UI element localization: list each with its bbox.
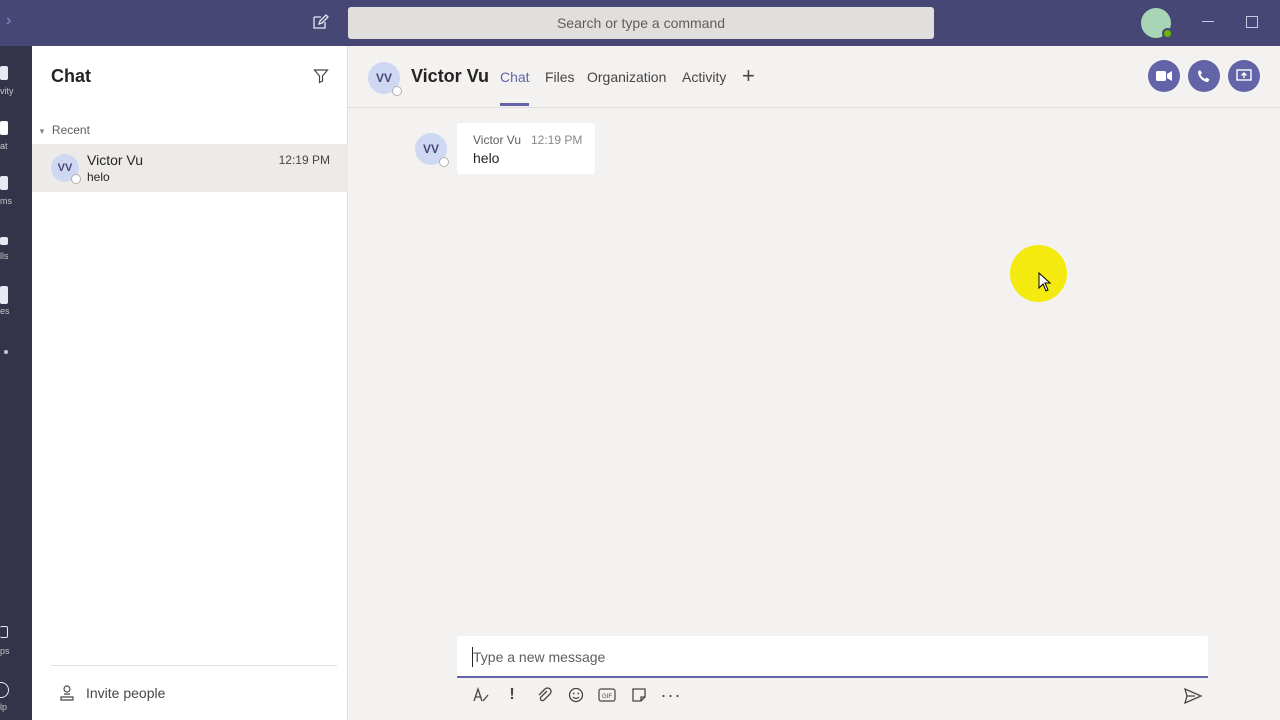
- search-input[interactable]: Search or type a command: [348, 7, 934, 39]
- invite-people-icon: [60, 685, 74, 701]
- active-tab-indicator: [500, 103, 529, 106]
- teams-icon: [0, 176, 8, 190]
- compose-box: [457, 636, 1208, 678]
- more-apps-icon[interactable]: [4, 350, 8, 354]
- conversation-header: VV Victor Vu Chat Files Organization Act…: [348, 46, 1280, 108]
- rail-label: vity: [0, 86, 14, 96]
- avatar[interactable]: VV: [368, 62, 402, 96]
- chat-list-item[interactable]: VV Victor Vu helo 12:19 PM: [32, 144, 348, 192]
- avatar-initials: VV: [57, 162, 73, 174]
- video-call-button[interactable]: [1148, 60, 1180, 92]
- rail-label: ps: [0, 646, 10, 656]
- priority-icon[interactable]: !: [502, 685, 522, 705]
- sticker-icon[interactable]: [629, 685, 649, 705]
- help-icon: [0, 682, 9, 698]
- message-text: helo: [473, 150, 500, 166]
- emoji-icon[interactable]: [566, 685, 586, 705]
- app-rail: vity at ms lls es ps lp: [0, 46, 32, 720]
- phone-icon: [1198, 70, 1210, 82]
- rail-label: lls: [0, 251, 9, 261]
- message-time: 12:19 PM: [531, 133, 583, 147]
- message-avatar[interactable]: VV: [415, 133, 449, 167]
- share-screen-icon: [1236, 69, 1252, 81]
- chat-item-preview: helo: [87, 170, 110, 184]
- gif-icon[interactable]: GIF: [597, 685, 617, 705]
- caret-down-icon: ▼: [38, 127, 46, 136]
- chat-icon: [0, 121, 8, 135]
- message-bubble[interactable]: Victor Vu 12:19 PM helo: [457, 123, 595, 174]
- phone-icon: [0, 237, 8, 245]
- add-tab-icon[interactable]: +: [742, 63, 755, 89]
- chat-item-time: 12:19 PM: [278, 153, 330, 167]
- chevron-right-icon[interactable]: ›: [6, 12, 11, 30]
- rail-calls[interactable]: lls: [0, 221, 32, 269]
- tab-activity[interactable]: Activity: [682, 69, 726, 85]
- status-available-icon: [1162, 28, 1173, 39]
- minimize-button[interactable]: [1202, 21, 1214, 22]
- rail-teams[interactable]: ms: [0, 166, 32, 214]
- audio-call-button[interactable]: [1188, 60, 1220, 92]
- presence-offline-icon: [392, 86, 402, 96]
- chat-list-title: Chat: [51, 66, 91, 86]
- filter-icon[interactable]: [313, 68, 329, 84]
- conversation-title: Victor Vu: [411, 66, 490, 86]
- new-chat-icon[interactable]: [311, 13, 329, 31]
- presence-offline-icon: [71, 174, 81, 184]
- title-bar: › Search or type a command: [0, 0, 1280, 46]
- rail-activity[interactable]: vity: [0, 56, 32, 104]
- section-label: Recent: [51, 123, 90, 137]
- files-icon: [0, 286, 8, 304]
- rail-label: lp: [0, 702, 8, 712]
- tab-organization[interactable]: Organization: [587, 69, 666, 85]
- mouse-pointer-icon: [1038, 272, 1052, 292]
- avatar-initials: VV: [375, 71, 392, 85]
- profile-avatar[interactable]: [1141, 8, 1173, 39]
- rail-chat[interactable]: at: [0, 111, 32, 159]
- tab-chat[interactable]: Chat: [500, 69, 530, 85]
- share-screen-button[interactable]: [1228, 60, 1260, 92]
- rail-label: ms: [0, 196, 12, 206]
- recent-section-header[interactable]: ▼ Recent: [38, 123, 90, 137]
- format-icon[interactable]: [471, 685, 491, 705]
- restore-button[interactable]: [1246, 16, 1258, 28]
- avatar-initials: VV: [422, 142, 439, 156]
- attach-icon[interactable]: [534, 685, 554, 705]
- more-options-icon[interactable]: ···: [661, 685, 681, 705]
- divider: [51, 665, 337, 666]
- rail-label: es: [0, 306, 10, 316]
- apps-icon: [0, 626, 8, 638]
- rail-label: at: [0, 141, 8, 151]
- invite-people-button[interactable]: Invite people: [58, 683, 165, 703]
- chat-list-pane: Chat ▼ Recent VV Victor Vu helo 12:19 PM …: [32, 46, 348, 720]
- presence-offline-icon: [439, 157, 449, 167]
- message-input[interactable]: [472, 647, 1192, 667]
- bell-icon: [0, 66, 8, 80]
- avatar: VV: [51, 154, 81, 184]
- rail-files[interactable]: es: [0, 276, 32, 324]
- tab-files[interactable]: Files: [545, 69, 575, 85]
- svg-text:GIF: GIF: [602, 694, 612, 700]
- rail-apps[interactable]: ps: [0, 616, 32, 664]
- message-author: Victor Vu: [473, 133, 522, 147]
- rail-help[interactable]: lp: [0, 672, 32, 720]
- invite-people-label: Invite people: [86, 685, 166, 701]
- chat-item-name: Victor Vu: [87, 152, 144, 168]
- send-icon[interactable]: [1183, 686, 1203, 706]
- video-camera-icon: [1156, 71, 1172, 81]
